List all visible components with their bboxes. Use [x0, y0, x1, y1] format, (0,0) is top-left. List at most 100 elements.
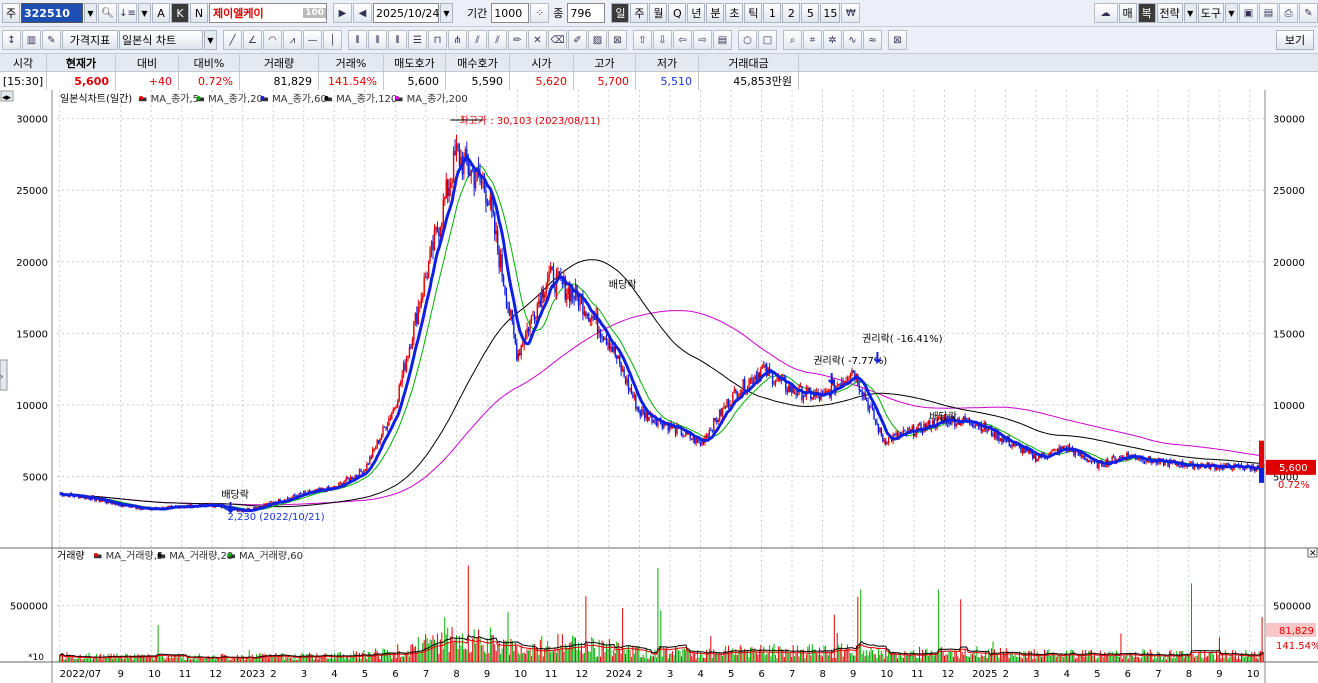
interval-2[interactable]: 2 [782, 3, 801, 23]
candle-body [827, 390, 830, 392]
button-buy[interactable]: 매 [1118, 3, 1137, 23]
candle-body [638, 407, 640, 412]
interval-quarter[interactable]: Q [668, 3, 687, 23]
table-icon[interactable]: ☰ [408, 30, 427, 50]
view-button[interactable]: 보기 [1276, 30, 1314, 50]
interval-week[interactable]: 주 [630, 3, 649, 23]
chart-wave-icon[interactable]: ₩ [841, 3, 861, 23]
horizontal-line-icon[interactable]: — [303, 30, 322, 50]
candle-body [397, 400, 399, 408]
updown-icon[interactable]: ↕ [2, 30, 21, 50]
pencil-icon[interactable]: ✏ [508, 30, 527, 50]
link-icon[interactable]: ⁘ [530, 3, 550, 23]
square-icon[interactable]: □ [758, 30, 777, 50]
candle-body [757, 372, 759, 381]
wave2-icon[interactable]: ≈ [863, 30, 882, 50]
button-copy[interactable]: 복 [1137, 3, 1156, 23]
cross-icon[interactable]: ✕ [528, 30, 547, 50]
interval-day[interactable]: 일 [611, 3, 630, 23]
interval-15[interactable]: 15 [820, 3, 841, 23]
folder-icon[interactable]: ▣ [1239, 3, 1258, 23]
tools-dropdown[interactable]: ▼ [1225, 3, 1238, 23]
candle-body [536, 303, 539, 318]
edit-icon[interactable]: ✎ [42, 30, 61, 50]
arrow-up-icon[interactable]: ⇧ [633, 30, 652, 50]
candle-body [588, 313, 590, 322]
candle-body [818, 395, 821, 400]
angle-icon[interactable]: ∠ [243, 30, 262, 50]
pattern-icon[interactable]: ⌗ [803, 30, 822, 50]
interval-1[interactable]: 1 [763, 3, 782, 23]
grid-icon-3[interactable]: ⦀ [388, 30, 407, 50]
sort-dropdown[interactable]: ▼ [138, 3, 151, 23]
strategy-dropdown[interactable]: ▼ [1183, 3, 1197, 23]
interval-year[interactable]: 년 [687, 3, 706, 23]
candle-body [601, 336, 603, 338]
x-tick-label: 11 [911, 669, 924, 680]
eraser-icon[interactable]: ⌫ [548, 30, 567, 50]
button-n[interactable]: N [190, 3, 208, 23]
candle-body [545, 285, 547, 294]
search-icon[interactable]: 🔍︎ [98, 3, 117, 23]
y-tick-left: 5000 [23, 472, 48, 483]
arc-icon[interactable]: ◠ [263, 30, 282, 50]
sort-icon[interactable]: ↓≡ [118, 3, 137, 23]
candle-body [613, 346, 615, 352]
channel-icon[interactable]: ⫽ [468, 30, 487, 50]
strategy-button[interactable]: 전략 [1156, 3, 1183, 23]
stock-code-dropdown[interactable]: ▼ [84, 3, 97, 23]
cycle-icon[interactable]: ⊓ [428, 30, 447, 50]
trendline-icon[interactable]: ╱ [223, 30, 242, 50]
arrow-right-icon[interactable]: ⇨ [693, 30, 712, 50]
memo-icon[interactable]: ▨ [588, 30, 607, 50]
document-icon[interactable]: ▤ [713, 30, 732, 50]
tools-button[interactable]: 도구 [1197, 3, 1224, 23]
legend-entry: ▬ MA_종가,20 [196, 93, 263, 105]
vertical-line-icon[interactable]: │ [323, 30, 342, 50]
interval-second[interactable]: 초 [725, 3, 744, 23]
delete-icon[interactable]: ⊠ [608, 30, 627, 50]
close-box-icon[interactable]: ⊠ [888, 30, 907, 50]
zoom-icon[interactable]: ⌕ [783, 30, 802, 50]
stock-code-input[interactable]: 322510 [21, 3, 83, 23]
candle-body [499, 254, 502, 268]
back-icon[interactable]: ◀ [353, 3, 372, 23]
arrow-down-icon[interactable]: ⇩ [653, 30, 672, 50]
grid-icon-2[interactable]: ⦀ [368, 30, 387, 50]
chart-type-dropdown[interactable]: ▼ [204, 30, 217, 50]
interval-minute[interactable]: 분 [706, 3, 725, 23]
parallel-icon[interactable]: ⫽ [488, 30, 507, 50]
chart-type-selector[interactable]: 일본식 차트 [119, 30, 203, 50]
bar-chart-icon[interactable]: ▥ [22, 30, 41, 50]
price-chart[interactable]: 5000 500010000 1000015000 1500020000 2000025… [0, 90, 1318, 683]
candle-body [570, 289, 572, 302]
date-input[interactable]: 2025/10/24 [373, 3, 439, 23]
stock-name-field[interactable]: 제이엘케이 100 [209, 3, 327, 23]
market-selector[interactable]: 주 [2, 3, 20, 23]
date-dropdown[interactable]: ▼ [440, 3, 453, 23]
fibo-icon[interactable]: ⋔ [448, 30, 467, 50]
fan-icon[interactable]: ⩘ [283, 30, 302, 50]
wrench-icon[interactable]: ✎ [1299, 3, 1318, 23]
interval-month[interactable]: 월 [649, 3, 668, 23]
count-input[interactable]: 796 [567, 3, 606, 23]
button-a[interactable]: A [152, 3, 170, 23]
button-k[interactable]: K [171, 3, 189, 23]
period-input[interactable]: 1000 [491, 3, 530, 23]
play-icon[interactable]: ▶ [333, 3, 352, 23]
arrow-left-icon[interactable]: ⇦ [673, 30, 692, 50]
wave-icon[interactable]: ∿ [843, 30, 862, 50]
interval-tick[interactable]: 틱 [744, 3, 763, 23]
target-icon[interactable]: ✲ [823, 30, 842, 50]
candle-body [546, 278, 549, 286]
volume-legend-swatch [227, 553, 232, 557]
circle-icon[interactable]: ○ [738, 30, 757, 50]
print-icon[interactable]: ⎙ [1279, 3, 1298, 23]
note-icon[interactable]: ✐ [568, 30, 587, 50]
cloud-icon[interactable]: ☁ [1093, 3, 1118, 23]
save-icon[interactable]: ▤ [1259, 3, 1278, 23]
indicator-selector[interactable]: 가격지표 [62, 30, 118, 50]
interval-5[interactable]: 5 [801, 3, 820, 23]
candle-body [1052, 449, 1055, 451]
grid-icon-1[interactable]: ⦀ [348, 30, 367, 50]
